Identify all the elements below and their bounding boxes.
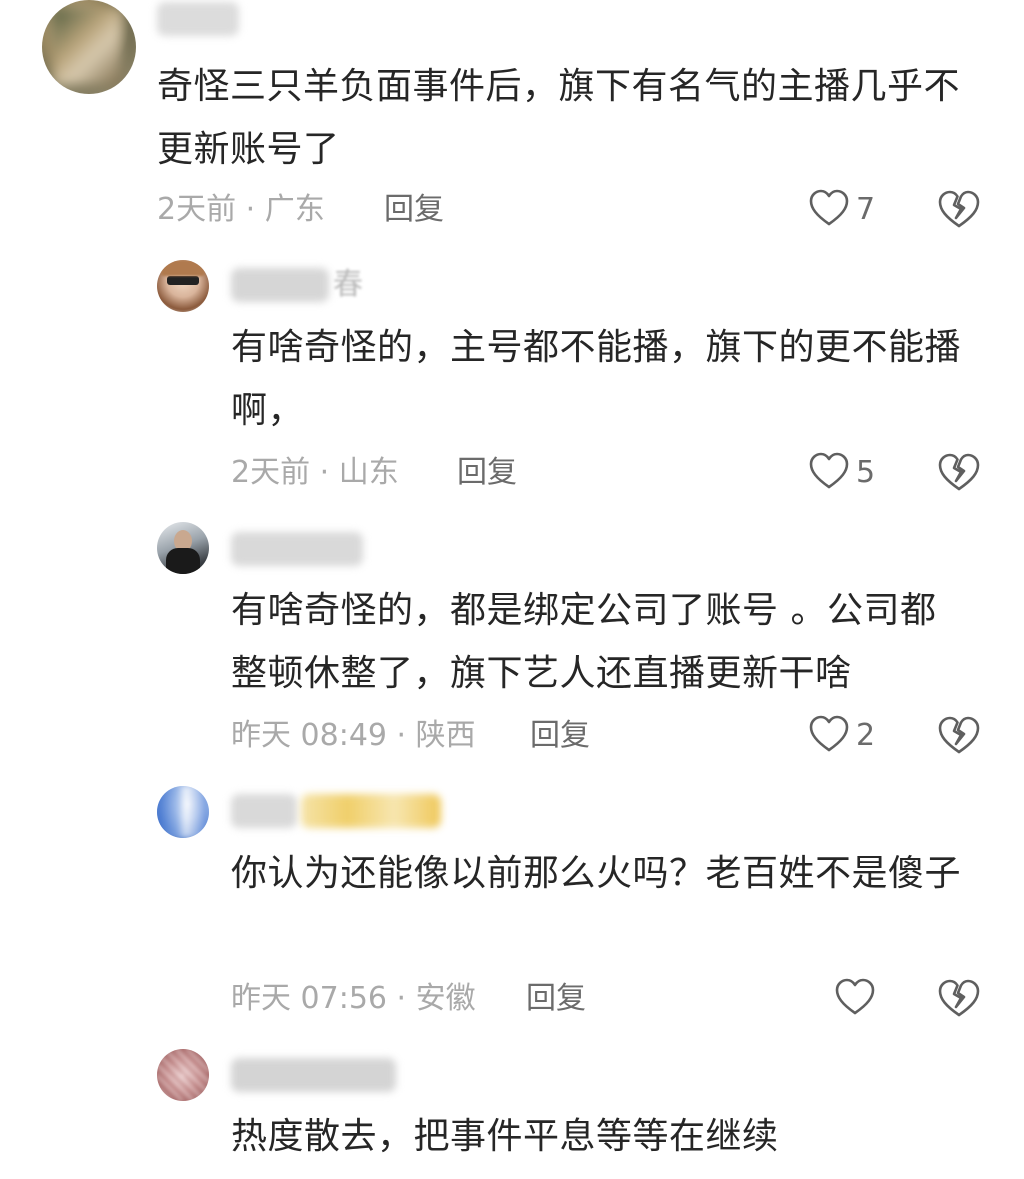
like-button[interactable]: 2 [808, 714, 888, 758]
like-count: 5 [856, 455, 876, 490]
comment-list: 奇怪三只羊负面事件后，旗下有名气的主播几乎不更新账号了 2天前 · 广东 回复 … [0, 0, 1024, 1179]
comment-text: 你认为还能像以前那么火吗？老百姓不是傻子 [231, 853, 962, 894]
username-blurred[interactable]: 春 [231, 268, 371, 302]
avatar[interactable] [157, 522, 209, 574]
broken-heart-icon [938, 716, 980, 754]
dislike-button[interactable] [937, 977, 981, 1021]
avatar[interactable] [157, 1049, 209, 1101]
comment-text: 奇怪三只羊负面事件后，旗下有名气的主播几乎不更新账号了 [157, 66, 961, 170]
dislike-button[interactable] [937, 451, 981, 495]
reply-button[interactable]: 回复 [530, 716, 590, 756]
comment-meta: 昨天 08:49 · 陕西 [231, 718, 476, 753]
reply-button[interactable]: 回复 [526, 979, 586, 1019]
username-blurred[interactable] [231, 794, 441, 828]
heart-outline-icon [809, 452, 849, 489]
heart-outline-icon [809, 715, 849, 752]
avatar[interactable] [157, 260, 209, 312]
broken-heart-icon [938, 190, 980, 228]
like-button[interactable]: 5 [808, 451, 888, 495]
comment-text: 热度散去，把事件平息等等在继续 [231, 1116, 779, 1157]
username-blurred[interactable] [231, 532, 371, 566]
username-blurred[interactable] [157, 2, 239, 36]
heart-outline-icon [835, 978, 875, 1015]
reply-button[interactable]: 回复 [457, 453, 517, 493]
like-count: 2 [856, 718, 876, 753]
broken-heart-icon [938, 979, 980, 1017]
comment-meta: 2天前 · 广东 [157, 192, 325, 227]
avatar[interactable] [42, 0, 136, 94]
dislike-button[interactable] [937, 714, 981, 758]
comment-meta: 2天前 · 山东 [231, 455, 399, 490]
like-count: 7 [856, 192, 876, 227]
avatar[interactable] [157, 786, 209, 838]
comment-text: 有啥奇怪的，都是绑定公司了账号 。公司都整顿休整了，旗下艺人还直播更新干啥 [231, 590, 937, 694]
like-button[interactable] [834, 977, 878, 1021]
broken-heart-icon [938, 453, 980, 491]
comment-meta: 昨天 07:56 · 安徽 [231, 981, 476, 1016]
comment-text: 有啥奇怪的，主号都不能播，旗下的更不能播啊， [231, 327, 962, 431]
reply-button[interactable]: 回复 [384, 190, 444, 230]
username-suffix: 春 [333, 267, 363, 302]
username-blurred[interactable] [231, 1058, 396, 1092]
heart-outline-icon [809, 189, 849, 226]
dislike-button[interactable] [937, 188, 981, 232]
like-button[interactable]: 7 [808, 188, 888, 232]
